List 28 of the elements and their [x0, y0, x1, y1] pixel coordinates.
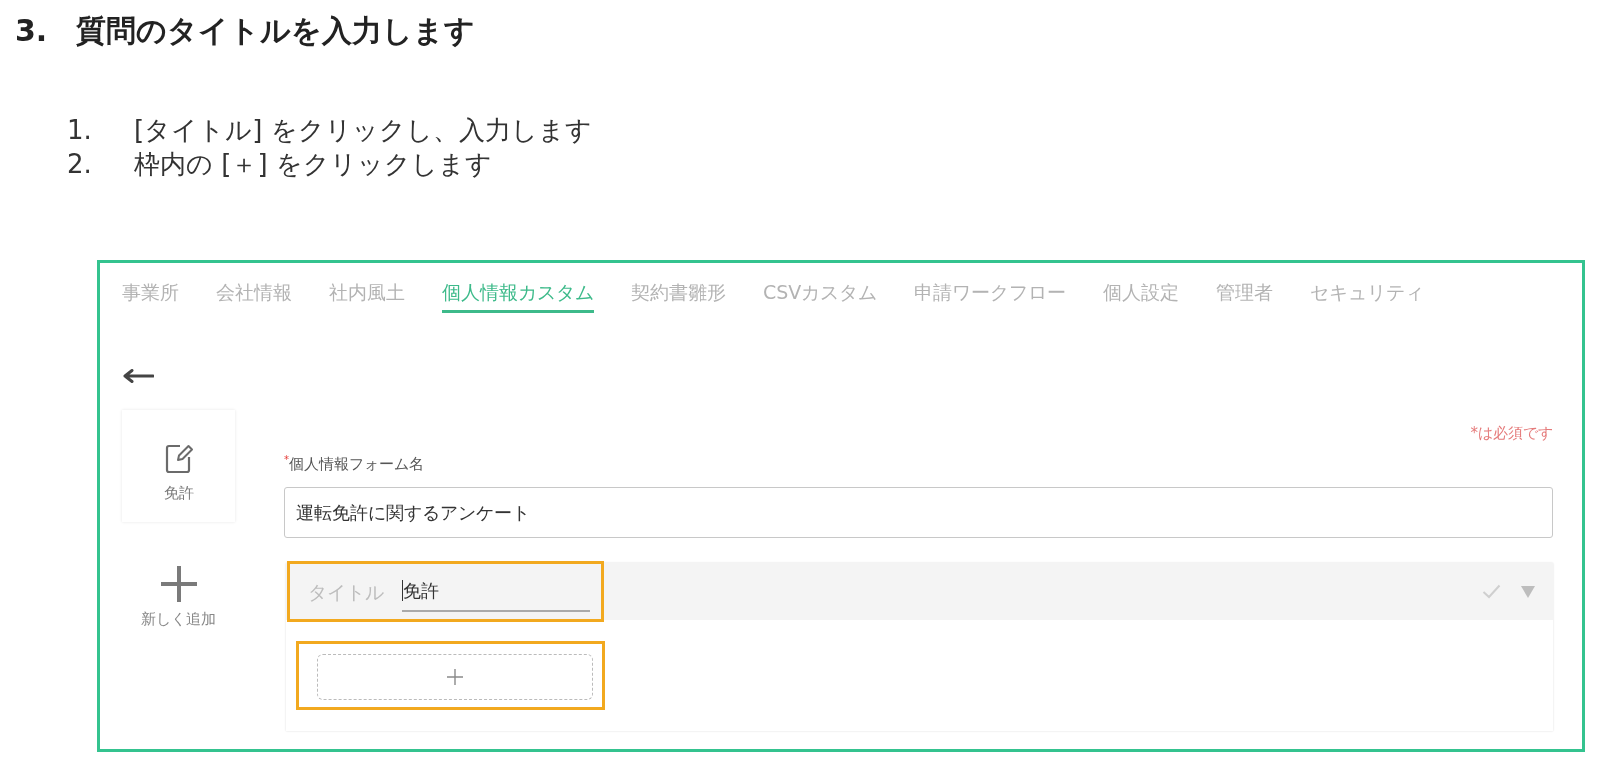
instruction-text: [タイトル] をクリックし、入力します: [134, 114, 592, 147]
form-card[interactable]: 免許: [122, 410, 235, 522]
tab[interactable]: 管理者: [1216, 280, 1274, 313]
caret-down-icon[interactable]: [1521, 585, 1535, 598]
instruction-number: 1.: [67, 114, 93, 147]
tab[interactable]: 個人設定: [1103, 280, 1180, 313]
form-name-input[interactable]: 運転免許に関するアンケート: [284, 487, 1553, 538]
tab[interactable]: 個人情報カスタム: [442, 280, 594, 313]
tab[interactable]: CSVカスタム: [763, 280, 878, 313]
step-number: 3.: [15, 14, 49, 48]
tab[interactable]: 契約書雛形: [631, 280, 726, 313]
step-title: 質問のタイトルを入力します: [76, 14, 475, 48]
add-item-button[interactable]: [317, 654, 593, 700]
tab[interactable]: 社内風土: [329, 280, 405, 313]
back-arrow-icon[interactable]: [122, 369, 154, 383]
add-new-button[interactable]: 新しく追加: [141, 565, 216, 629]
title-input[interactable]: 免許: [402, 571, 590, 612]
plus-icon: [159, 565, 198, 603]
tab[interactable]: 申請ワークフロー: [914, 280, 1067, 313]
instruction-number: 2.: [67, 148, 93, 181]
form-name-label: $^{*}$個人情報フォーム名: [284, 453, 424, 474]
tab[interactable]: セキュリティ: [1310, 280, 1425, 313]
check-icon[interactable]: [1482, 584, 1501, 599]
tab[interactable]: 会社情報: [216, 280, 292, 313]
plus-icon: [447, 669, 463, 685]
instruction-text: 枠内の [＋] をクリックします: [134, 148, 492, 181]
tab[interactable]: 事業所: [122, 280, 179, 313]
required-note: *は必須です: [1470, 424, 1553, 442]
